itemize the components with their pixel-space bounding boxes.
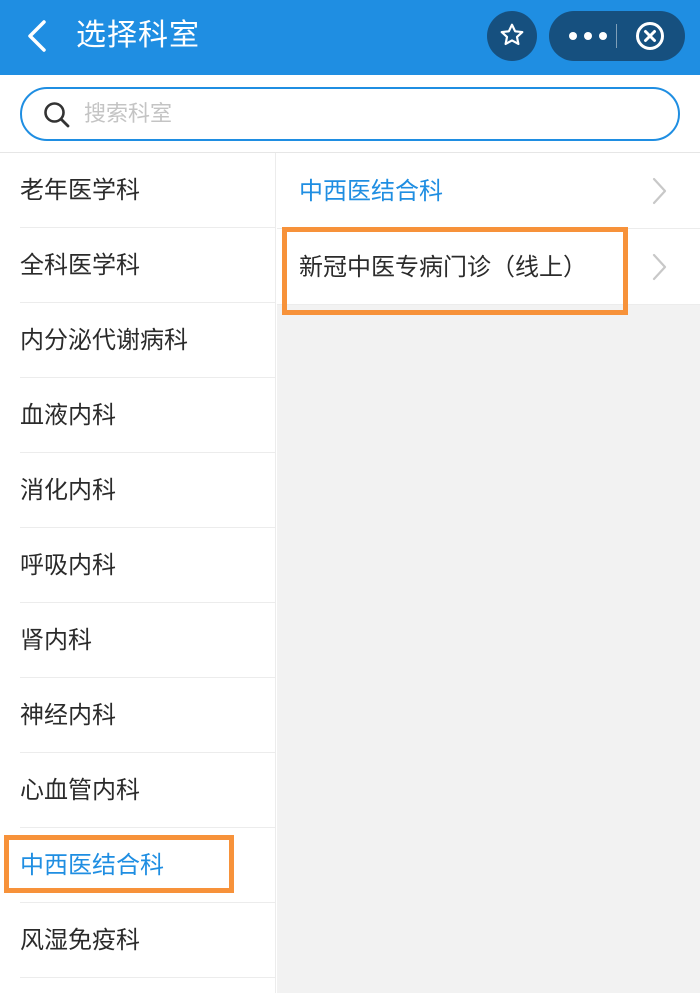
department-item-neurology[interactable]: 神经内科 [20,678,275,753]
favorite-button[interactable] [487,11,537,61]
sub-department-panel: 中西医结合科 新冠中医专病门诊（线上） [277,153,700,993]
department-item-geriatrics[interactable]: 老年医学科 [20,153,275,228]
chevron-right-icon [652,177,667,205]
department-item-rheumatology[interactable]: 风湿免疫科 [20,903,275,978]
close-circle-icon [636,22,664,50]
search-input[interactable] [84,98,644,130]
search-icon [44,102,70,128]
sub-department-label: 新冠中医专病门诊（线上） [299,253,587,281]
close-button[interactable] [635,21,665,55]
department-item-endocrinology[interactable]: 内分泌代谢病科 [20,303,275,378]
department-item-nephrology[interactable]: 肾内科 [20,603,275,678]
chevron-left-icon [28,20,46,52]
sub-department-label: 中西医结合科 [299,177,443,205]
department-list: 老年医学科 全科医学科 内分泌代谢病科 血液内科 消化内科 呼吸内科 肾内科 神… [0,153,276,993]
page-title: 选择科室 [76,18,200,53]
nav-bar: 选择科室 [0,0,700,75]
search-bar [0,75,700,153]
more-button[interactable] [569,29,609,43]
department-item-cardiology[interactable]: 心血管内科 [20,753,275,828]
sub-department-item-integrated-medicine[interactable]: 中西医结合科 [277,153,700,229]
capsule-divider [616,24,617,48]
chevron-right-icon [652,253,667,281]
back-button[interactable] [20,14,60,58]
search-box[interactable] [20,87,680,141]
department-item-integrated-medicine[interactable]: 中西医结合科 [20,828,275,903]
department-item-respiratory[interactable]: 呼吸内科 [20,528,275,603]
sub-department-item-covid-tcm-online[interactable]: 新冠中医专病门诊（线上） [277,229,700,305]
capsule-menu [549,11,685,61]
department-item-gastroenterology[interactable]: 消化内科 [20,453,275,528]
star-icon [500,23,524,46]
department-item-general-practice[interactable]: 全科医学科 [20,228,275,303]
department-item-hematology[interactable]: 血液内科 [20,378,275,453]
